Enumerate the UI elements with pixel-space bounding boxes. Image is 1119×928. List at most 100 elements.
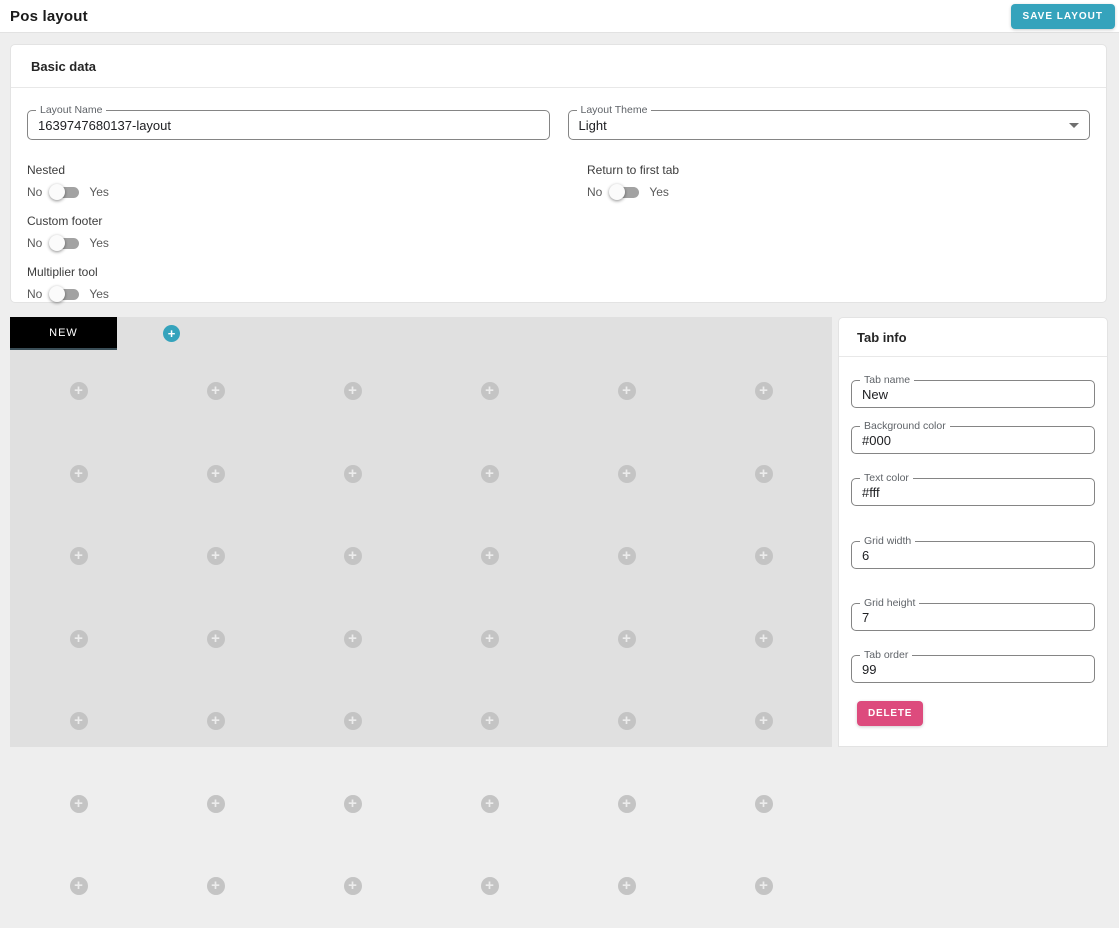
- return-first-tab-toggle[interactable]: [609, 183, 642, 201]
- toggle-off-label: No: [27, 236, 42, 250]
- grid-cell-add[interactable]: +: [147, 515, 284, 598]
- grid-cell-add[interactable]: +: [147, 350, 284, 433]
- grid-cell-add[interactable]: +: [695, 680, 832, 763]
- nested-toggle[interactable]: [49, 183, 82, 201]
- grid-cell-add[interactable]: +: [421, 845, 558, 928]
- grid-cell-add[interactable]: +: [421, 763, 558, 846]
- grid-cell-add[interactable]: +: [284, 598, 421, 681]
- grid-cell-add[interactable]: +: [147, 845, 284, 928]
- custom-footer-toggle-group: Custom footer No Yes: [27, 214, 569, 252]
- grid-cell-add[interactable]: +: [147, 763, 284, 846]
- grid-cell-add[interactable]: +: [147, 598, 284, 681]
- grid-cell-add[interactable]: +: [421, 515, 558, 598]
- layout-theme-label: Layout Theme: [577, 104, 652, 116]
- grid-width-input[interactable]: [862, 548, 1084, 563]
- custom-footer-toggle[interactable]: [49, 234, 82, 252]
- add-item-icon: +: [207, 465, 225, 483]
- add-item-icon: +: [481, 712, 499, 730]
- grid-cell-add[interactable]: +: [558, 350, 695, 433]
- layout-theme-value: Light: [579, 118, 1062, 133]
- grid-cell-add[interactable]: +: [695, 845, 832, 928]
- grid-cell-add[interactable]: +: [284, 845, 421, 928]
- tab-order-label: Tab order: [860, 649, 912, 661]
- grid-cell-add[interactable]: +: [558, 845, 695, 928]
- tab-name-label: Tab name: [860, 374, 914, 386]
- save-layout-button[interactable]: SAVE LAYOUT: [1011, 4, 1115, 29]
- add-item-icon: +: [618, 630, 636, 648]
- background-color-input[interactable]: [862, 433, 1084, 448]
- add-item-icon: +: [481, 877, 499, 895]
- grid-cell-add[interactable]: +: [695, 598, 832, 681]
- layout-name-input[interactable]: [38, 118, 539, 133]
- grid-cell-add[interactable]: +: [558, 763, 695, 846]
- grid-cell-add[interactable]: +: [421, 680, 558, 763]
- add-item-icon: +: [207, 382, 225, 400]
- add-item-icon: +: [755, 547, 773, 565]
- grid-cell-add[interactable]: +: [421, 598, 558, 681]
- page-title: Pos layout: [10, 8, 88, 25]
- grid-height-input[interactable]: [862, 610, 1084, 625]
- multiplier-tool-label: Multiplier tool: [27, 265, 569, 279]
- nested-label: Nested: [27, 163, 569, 177]
- grid-cell-add[interactable]: +: [10, 515, 147, 598]
- add-item-icon: +: [481, 547, 499, 565]
- tab-name-input[interactable]: [862, 387, 1084, 402]
- add-item-icon: +: [207, 712, 225, 730]
- grid-cell-add[interactable]: +: [558, 515, 695, 598]
- add-item-icon: +: [207, 795, 225, 813]
- add-item-icon: +: [481, 630, 499, 648]
- tab-info-panel: Tab info Tab name Background color Text …: [838, 317, 1108, 747]
- add-item-icon: +: [207, 547, 225, 565]
- tab-new[interactable]: NEW: [10, 317, 117, 350]
- multiplier-tool-toggle[interactable]: [49, 285, 82, 303]
- basic-data-title: Basic data: [11, 45, 1106, 88]
- grid-cell-add[interactable]: +: [10, 680, 147, 763]
- grid-height-field: Grid height: [851, 603, 1095, 631]
- delete-tab-button[interactable]: DELETE: [857, 701, 923, 726]
- toggle-on-label: Yes: [89, 287, 109, 301]
- grid-cell-add[interactable]: +: [147, 433, 284, 516]
- text-color-label: Text color: [860, 472, 913, 484]
- background-color-field: Background color: [851, 426, 1095, 454]
- grid-height-label: Grid height: [860, 597, 919, 609]
- grid-cell-add[interactable]: +: [10, 763, 147, 846]
- add-item-icon: +: [618, 465, 636, 483]
- grid-cell-add[interactable]: +: [695, 433, 832, 516]
- layout-theme-select[interactable]: Layout Theme Light: [568, 110, 1091, 140]
- add-item-icon: +: [70, 465, 88, 483]
- tab-order-input[interactable]: [862, 662, 1084, 677]
- grid-cell-add[interactable]: +: [10, 350, 147, 433]
- text-color-input[interactable]: [862, 485, 1084, 500]
- grid-cell-add[interactable]: +: [695, 515, 832, 598]
- app-header: Pos layout SAVE LAYOUT: [0, 0, 1119, 33]
- grid-cell-add[interactable]: +: [558, 433, 695, 516]
- layout-name-label: Layout Name: [36, 104, 106, 116]
- add-item-icon: +: [344, 877, 362, 895]
- grid-cell-add[interactable]: +: [558, 680, 695, 763]
- grid-cell-add[interactable]: +: [284, 515, 421, 598]
- grid-cell-add[interactable]: +: [284, 350, 421, 433]
- grid-cell-add[interactable]: +: [284, 680, 421, 763]
- grid-cell-add[interactable]: +: [10, 845, 147, 928]
- grid-cell-add[interactable]: +: [284, 433, 421, 516]
- custom-footer-label: Custom footer: [27, 214, 569, 228]
- grid-cell-add[interactable]: +: [284, 763, 421, 846]
- multiplier-tool-toggle-group: Multiplier tool No Yes: [27, 265, 569, 303]
- toggle-on-label: Yes: [89, 185, 109, 199]
- grid-cell-add[interactable]: +: [558, 598, 695, 681]
- grid-width-label: Grid width: [860, 535, 915, 547]
- grid-cell-add[interactable]: +: [10, 433, 147, 516]
- grid-cell-add[interactable]: +: [421, 433, 558, 516]
- grid-cell-add[interactable]: +: [147, 680, 284, 763]
- add-item-icon: +: [755, 630, 773, 648]
- grid-cell-add[interactable]: +: [695, 350, 832, 433]
- add-tab-button[interactable]: +: [163, 325, 180, 342]
- add-item-icon: +: [618, 547, 636, 565]
- tab-info-title: Tab info: [839, 318, 1107, 357]
- grid-cell-add[interactable]: +: [695, 763, 832, 846]
- grid-width-field: Grid width: [851, 541, 1095, 569]
- toggle-off-label: No: [27, 287, 42, 301]
- grid-cell-add[interactable]: +: [421, 350, 558, 433]
- add-item-icon: +: [70, 795, 88, 813]
- grid-cell-add[interactable]: +: [10, 598, 147, 681]
